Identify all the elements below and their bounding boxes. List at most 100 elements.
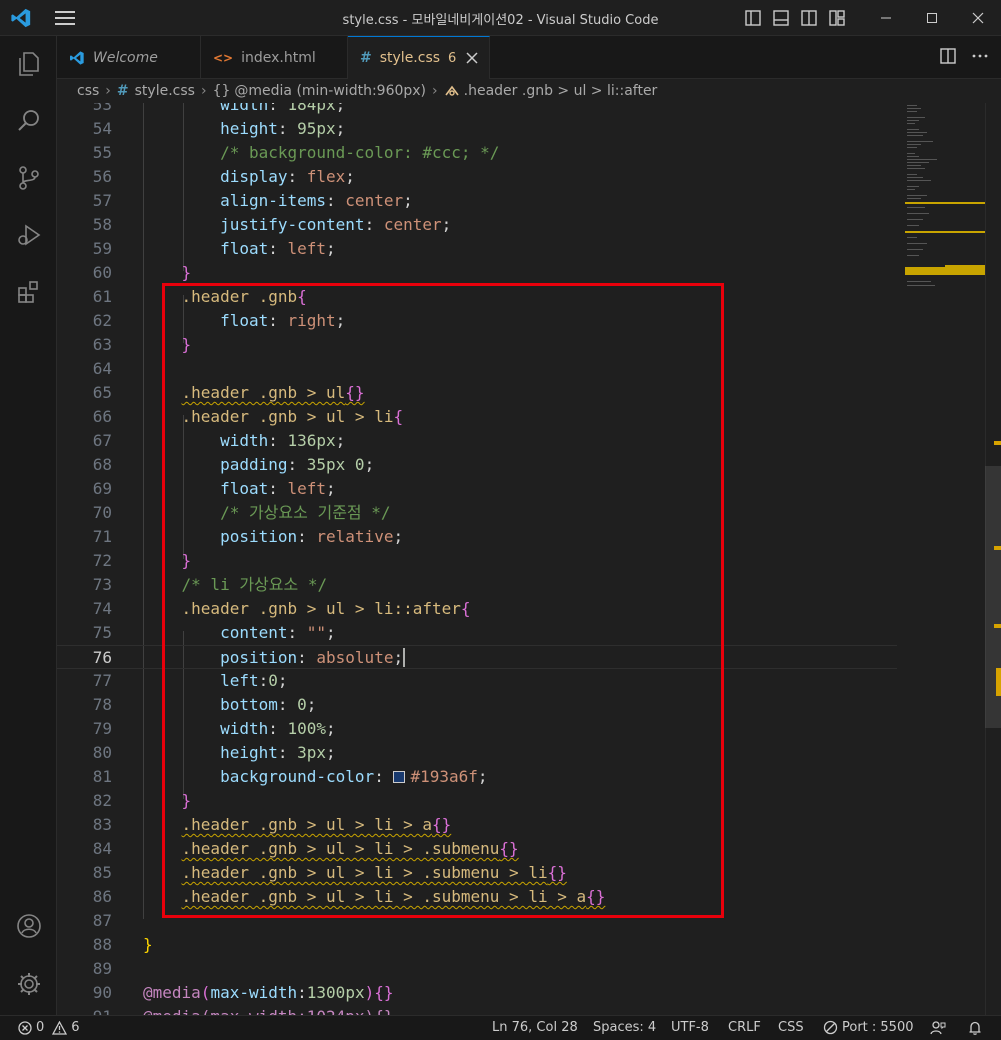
close-window-button[interactable] [955,0,1001,36]
live-server-port[interactable]: Port : 5500 [823,1020,914,1035]
tab-label: style.css [379,50,441,66]
line-number: 78 [92,695,112,714]
code-line[interactable]: 67 width: 136px; [57,429,897,453]
code-text: .header .gnb{ [181,287,307,306]
accounts-button[interactable] [0,902,57,950]
code-text: .header .gnb > ul > li{ [181,407,404,426]
code-line[interactable]: 54 height: 95px; [57,117,897,141]
code-text: /* background-color: #ccc; */ [220,143,500,162]
code-line[interactable]: 85 .header .gnb > ul > li > .submenu > l… [57,861,897,885]
tab-welcome[interactable]: Welcome [57,36,201,79]
source-control-icon [18,166,39,190]
close-tab-icon[interactable] [466,52,478,64]
code-line[interactable]: 75 content: ""; [57,621,897,645]
notifications-button[interactable] [967,1020,983,1040]
window-title: style.css - 모바일네비게이션02 - Visual Studio C… [342,13,659,28]
code-line[interactable]: 82 } [57,789,897,813]
braces-icon: {} [212,83,231,99]
tab-style-css[interactable]: # style.css 6 [348,36,490,79]
code-line[interactable]: 79 width: 100%; [57,717,897,741]
code-text: .header .gnb > ul{} [181,383,365,402]
code-line[interactable]: 91 @media(max-width:1024px){} [57,1005,897,1015]
problems-indicator[interactable]: 0 6 [18,1020,80,1035]
line-number: 85 [92,863,112,882]
tab-index-html[interactable]: <> index.html [201,36,348,79]
code-line[interactable]: 80 height: 3px; [57,741,897,765]
code-line[interactable]: 74 .header .gnb > ul > li::after{ [57,597,897,621]
customize-layout-icon[interactable] [828,9,846,27]
code-text: } [143,935,153,954]
code-text: left:0; [220,671,288,690]
chevron-right-icon: › [432,83,438,99]
code-line[interactable]: 73 /* li 가상요소 */ [57,573,897,597]
line-number: 62 [92,311,112,330]
code-line[interactable]: 57 align-items: center; [57,189,897,213]
minimize-button[interactable] [863,0,909,36]
line-number: 63 [92,335,112,354]
code-line[interactable]: 87 [57,909,897,933]
code-line[interactable]: 83 .header .gnb > ul > li > a{} [57,813,897,837]
source-control-button[interactable] [0,154,57,202]
code-text: position: absolute; [220,648,406,667]
code-line[interactable]: 63 } [57,333,897,357]
breadcrumb-media[interactable]: @media (min-width:960px) [234,83,426,99]
search-button[interactable] [0,97,57,145]
extensions-button[interactable] [0,268,57,316]
code-line[interactable]: 64 [57,357,897,381]
cursor-position[interactable]: Ln 76, Col 28 [492,1020,578,1035]
code-line[interactable]: 78 bottom: 0; [57,693,897,717]
more-actions-icon[interactable] [971,47,989,65]
toggle-panel-icon[interactable] [772,9,790,27]
manage-button[interactable] [0,960,57,1008]
line-number: 75 [92,623,112,642]
code-line[interactable]: 65 .header .gnb > ul{} [57,381,897,405]
code-line[interactable]: 69 float: left; [57,477,897,501]
breadcrumb-selector[interactable]: .header .gnb > ul > li::after [464,83,658,99]
maximize-button[interactable] [909,0,955,36]
code-line[interactable]: 62 float: right; [57,309,897,333]
language-mode[interactable]: CSS [778,1020,804,1035]
code-line[interactable]: 88} [57,933,897,957]
breadcrumb-file[interactable]: style.css [135,83,195,99]
split-editor-icon[interactable] [939,47,957,65]
code-line[interactable]: 76 position: absolute; [57,645,897,669]
code-line[interactable]: 61 .header .gnb{ [57,285,897,309]
run-debug-button[interactable] [0,211,57,259]
code-line[interactable]: 53 width: 184px; [57,103,897,117]
line-number: 81 [92,767,112,786]
explorer-button[interactable] [0,40,57,88]
code-line[interactable]: 59 float: left; [57,237,897,261]
vscode-icon [70,50,84,65]
code-text: .header .gnb > ul > li > .submenu{} [181,839,519,858]
selector-icon [445,85,459,96]
indentation[interactable]: Spaces: 4 [593,1020,656,1035]
encoding[interactable]: UTF-8 [671,1020,709,1035]
code-line[interactable]: 84 .header .gnb > ul > li > .submenu{} [57,837,897,861]
code-line[interactable]: 72 } [57,549,897,573]
line-ending[interactable]: CRLF [728,1020,761,1035]
code-line[interactable]: 77 left:0; [57,669,897,693]
code-line[interactable]: 56 display: flex; [57,165,897,189]
toggle-secondary-sidebar-icon[interactable] [800,9,818,27]
code-line[interactable]: 81 background-color: #193a6f; [57,765,897,789]
code-text: position: relative; [220,527,404,546]
code-line[interactable]: 55 /* background-color: #ccc; */ [57,141,897,165]
code-line[interactable]: 71 position: relative; [57,525,897,549]
toggle-primary-sidebar-icon[interactable] [744,9,762,27]
editor-tabs: Welcome <> index.html # style.css 6 [57,36,1001,79]
code-line[interactable]: 86 .header .gnb > ul > li > .submenu > l… [57,885,897,909]
code-line[interactable]: 58 justify-content: center; [57,213,897,237]
broadcast-icon [823,1020,838,1035]
code-line[interactable]: 89 [57,957,897,981]
breadcrumb-folder[interactable]: css [77,83,99,99]
code-line[interactable]: 60 } [57,261,897,285]
code-line[interactable]: 66 .header .gnb > ul > li{ [57,405,897,429]
code-line[interactable]: 70 /* 가상요소 기준점 */ [57,501,897,525]
minimap[interactable] [905,103,985,293]
code-line[interactable]: 68 padding: 35px 0; [57,453,897,477]
feedback-button[interactable] [930,1020,946,1040]
code-line[interactable]: 90 @media(max-width:1300px){} [57,981,897,1005]
color-swatch[interactable] [393,771,406,783]
code-text: height: 3px; [220,743,336,762]
code-editor[interactable]: 53 width: 184px; 54 height: 95px; 55 /* ba… [57,103,1001,1015]
